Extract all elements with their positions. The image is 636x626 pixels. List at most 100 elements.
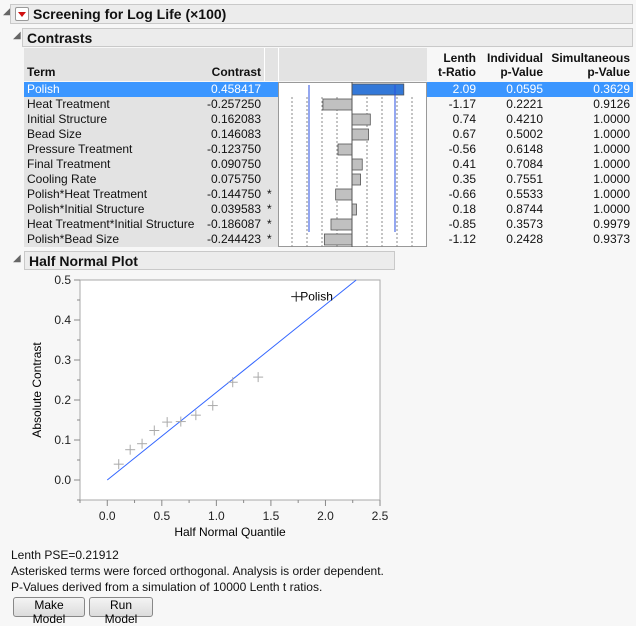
plot-frame — [79, 279, 381, 501]
header-lenth: Lenth t-Ratio — [427, 48, 479, 81]
orthogonal-star: * — [264, 217, 278, 232]
term-cell: Final Treatment — [24, 157, 199, 172]
term-cell: Initial Structure — [24, 112, 199, 127]
orthogonal-star — [264, 142, 278, 157]
simultaneous-p-cell: 1.0000 — [593, 187, 630, 201]
individual-p-cell: 0.2428 — [506, 232, 543, 246]
contrast-bar — [351, 173, 361, 186]
header-bar — [278, 48, 427, 81]
simultaneous-p-cell: 0.9126 — [593, 97, 630, 111]
contrast-bar — [337, 143, 353, 156]
red-triangle-menu-icon[interactable] — [15, 7, 29, 21]
collapse-icon[interactable]: ◢ — [13, 30, 21, 41]
y-axis-label: Absolute Contrast — [30, 342, 44, 438]
y-tick-label: 0.1 — [54, 433, 71, 447]
t-ratio-cell: 0.74 — [452, 112, 476, 126]
contrast-bar — [322, 98, 353, 111]
t-ratio-cell: 0.35 — [452, 172, 476, 186]
x-axis-label: Half Normal Quantile — [174, 525, 286, 539]
orthogonal-star: * — [264, 232, 278, 247]
contrast-bar — [351, 158, 363, 171]
contrast-bar — [351, 203, 357, 216]
x-tick-label: 0.0 — [99, 509, 116, 523]
term-cell: Polish*Initial Structure — [24, 202, 199, 217]
simultaneous-p-cell: 0.9373 — [593, 232, 630, 246]
contrast-bar — [351, 83, 405, 96]
contrast-cell: 0.162083 — [199, 112, 264, 127]
individual-p-cell: 0.0595 — [506, 82, 543, 96]
report-header: Screening for Log Life (×100) — [10, 4, 633, 24]
t-ratio-cell: 0.67 — [452, 127, 476, 141]
y-tick-label: 0.3 — [54, 353, 71, 367]
term-cell: Polish — [27, 82, 60, 96]
orthogonal-star — [264, 112, 278, 127]
orthogonal-star — [264, 172, 278, 187]
simultaneous-p-cell: 1.0000 — [593, 157, 630, 171]
contrast-cell: -0.186087 — [199, 217, 264, 232]
contrast-bar — [335, 188, 353, 201]
simultaneous-p-cell: 0.3629 — [593, 82, 630, 96]
t-ratio-cell: -0.66 — [448, 187, 476, 201]
contrast-cell: 0.039583 — [199, 202, 264, 217]
contrast-bar — [351, 113, 371, 126]
header-individual: Individual p-Value — [479, 48, 546, 81]
contrast-cell: -0.244423 — [199, 232, 264, 247]
simultaneous-p-cell: 1.0000 — [593, 127, 630, 141]
header-star — [264, 48, 278, 81]
t-ratio-cell: -0.56 — [448, 142, 476, 156]
asterisk-note: Asterisked terms were forced orthogonal.… — [11, 564, 384, 578]
simultaneous-p-cell: 1.0000 — [593, 202, 630, 216]
contrast-cell: -0.144750 — [199, 187, 264, 202]
individual-p-cell: 0.8744 — [506, 202, 543, 216]
individual-p-cell: 0.7084 — [506, 157, 543, 171]
header-term: Term — [24, 48, 199, 81]
y-tick-label: 0.0 — [54, 473, 71, 487]
lenth-pse: Lenth PSE=0.21912 — [11, 548, 119, 562]
collapse-icon[interactable]: ◢ — [13, 253, 21, 264]
contrast-cell: 0.146083 — [199, 127, 264, 142]
x-tick-label: 1.0 — [208, 509, 225, 523]
contrast-bar — [330, 218, 353, 231]
individual-p-cell: 0.6148 — [506, 142, 543, 156]
y-tick-label: 0.4 — [54, 313, 71, 327]
individual-p-cell: 0.5533 — [506, 187, 543, 201]
orthogonal-star — [264, 97, 278, 112]
term-cell: Heat Treatment*Initial Structure — [24, 217, 199, 232]
term-cell: Polish*Heat Treatment — [24, 187, 199, 202]
x-tick-label: 2.0 — [317, 509, 334, 523]
header-contrast: Contrast — [199, 48, 264, 81]
contrast-cell: 0.090750 — [199, 157, 264, 172]
simultaneous-p-cell: 1.0000 — [593, 142, 630, 156]
orthogonal-star: * — [264, 187, 278, 202]
term-cell: Cooling Rate — [24, 172, 199, 187]
term-cell: Bead Size — [24, 127, 199, 142]
contrast-cell: 0.075750 — [199, 172, 264, 187]
term-cell: Heat Treatment — [24, 97, 199, 112]
individual-p-cell: 0.2221 — [506, 97, 543, 111]
point-label: Polish — [300, 290, 333, 304]
x-tick-label: 0.5 — [153, 509, 170, 523]
run-model-button[interactable]: Run Model — [89, 597, 153, 626]
contrast-bar — [351, 128, 369, 141]
half-normal-header: Half Normal Plot — [24, 251, 395, 270]
x-tick-label: 2.5 — [372, 509, 389, 523]
t-ratio-cell: 0.18 — [452, 202, 476, 216]
t-ratio-cell: -0.85 — [448, 217, 476, 231]
orthogonal-star: * — [264, 202, 278, 217]
t-ratio-cell: -1.17 — [448, 97, 476, 111]
make-model-button[interactable]: Make Model — [13, 597, 85, 626]
contrast-bar — [323, 233, 353, 246]
contrast-cell: 0.458417 — [210, 82, 261, 96]
x-tick-label: 1.5 — [263, 509, 280, 523]
t-ratio-cell: 0.41 — [452, 157, 476, 171]
orthogonal-star — [264, 157, 278, 172]
contrast-cell: -0.257250 — [199, 97, 264, 112]
contrast-cell: -0.123750 — [199, 142, 264, 157]
simultaneous-p-cell: 0.9979 — [593, 217, 630, 231]
individual-p-cell: 0.3573 — [506, 217, 543, 231]
contrasts-title: Contrasts — [27, 29, 93, 46]
individual-p-cell: 0.7551 — [506, 172, 543, 186]
individual-p-cell: 0.4210 — [506, 112, 543, 126]
y-tick-label: 0.5 — [54, 273, 71, 287]
half-normal-title: Half Normal Plot — [29, 252, 138, 269]
